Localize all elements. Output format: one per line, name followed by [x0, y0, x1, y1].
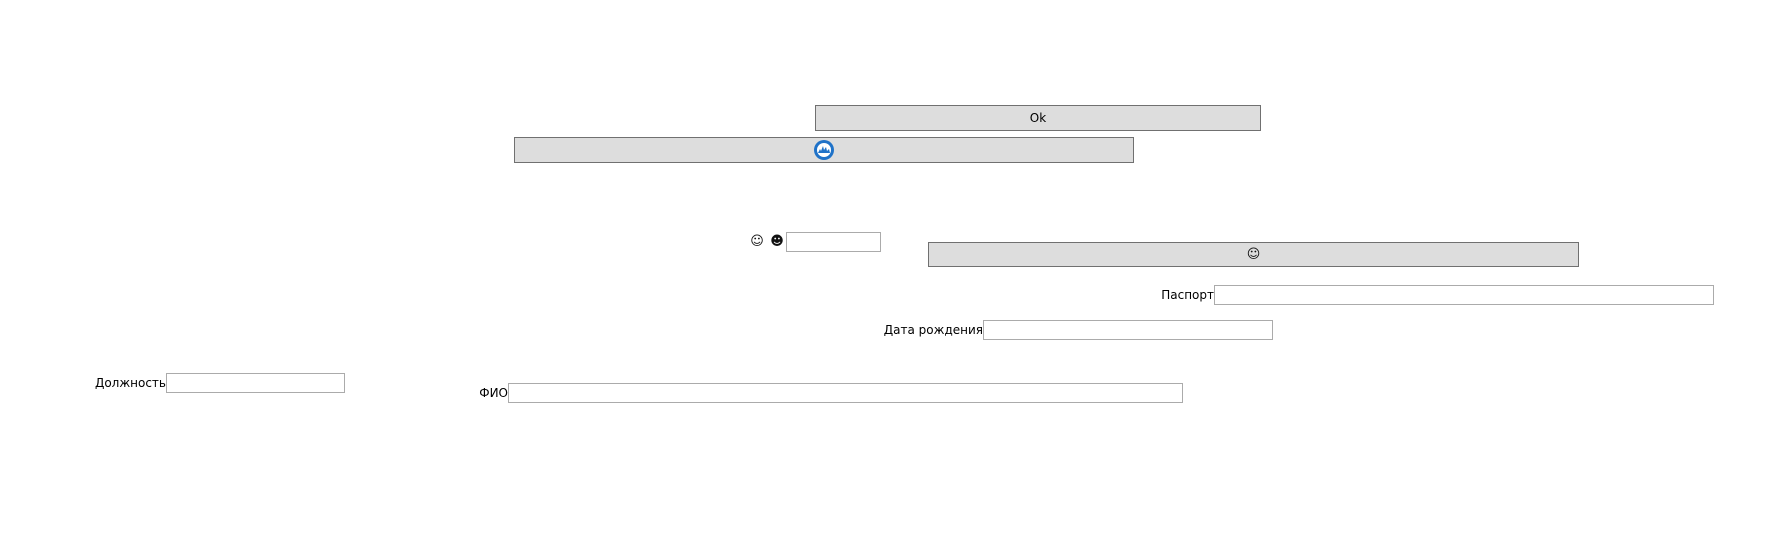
small-input[interactable] [786, 232, 881, 252]
position-field[interactable] [166, 373, 345, 393]
grinning-face-icon: ☻ [770, 234, 784, 249]
smiling-face-icon: ☺ [750, 234, 764, 249]
birth-date-field[interactable] [983, 320, 1273, 340]
birth-date-label: Дата рождения [883, 323, 983, 337]
smiling-face-icon: ☺ [1246, 246, 1261, 262]
position-label: Должность [94, 376, 166, 390]
ok-button-label: Ok [1029, 111, 1047, 125]
passport-field[interactable] [1214, 285, 1714, 305]
logo-button[interactable] [514, 137, 1134, 163]
full-name-field[interactable] [508, 383, 1183, 403]
blue-globe-logo-icon [813, 139, 835, 161]
passport-label: Паспорт [1161, 288, 1214, 302]
ok-button[interactable]: Ok [815, 105, 1261, 131]
emoji-button[interactable]: ☺ [928, 242, 1579, 267]
full-name-label: ФИО [479, 386, 508, 400]
